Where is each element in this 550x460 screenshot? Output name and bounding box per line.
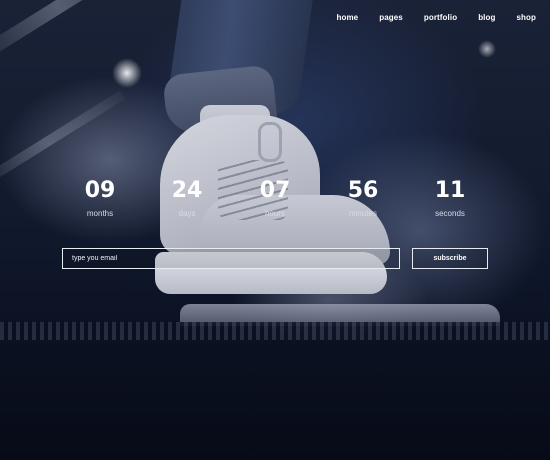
nav-item-portfolio[interactable]: portfolio	[424, 13, 457, 22]
countdown-hours-value: 07	[259, 178, 291, 203]
nav-item-home[interactable]: home	[336, 13, 358, 22]
countdown-hours: 07 hours	[245, 178, 305, 221]
subscribe-button[interactable]: subscribe	[412, 248, 488, 269]
countdown-days-value: 24	[171, 178, 203, 203]
countdown-months-label: months	[86, 209, 114, 218]
email-field[interactable]	[62, 248, 400, 269]
countdown-timer: 09 months 24 days 07 hours 56 minutes 11…	[55, 178, 495, 228]
countdown-days-label: days	[178, 209, 196, 218]
countdown-hours-label: hours	[264, 209, 285, 218]
countdown-seconds: 11 seconds	[420, 178, 480, 221]
nav-item-blog[interactable]: blog	[478, 13, 495, 22]
hero-background	[0, 0, 550, 460]
nav-item-shop[interactable]: shop	[516, 13, 536, 22]
sneaker-pull-tab	[258, 122, 282, 162]
background-light	[112, 58, 142, 88]
platform-grille	[0, 322, 550, 342]
background-light	[478, 40, 496, 58]
countdown-minutes-label: minutes	[348, 209, 377, 218]
countdown-seconds-label: seconds	[435, 209, 465, 218]
countdown-seconds-value: 11	[434, 178, 466, 203]
countdown-minutes: 56 minutes	[333, 178, 393, 221]
dark-floor	[0, 340, 550, 460]
nav-item-pages[interactable]: pages	[379, 13, 403, 22]
countdown-months-value: 09	[84, 178, 116, 203]
countdown-days: 24 days	[157, 178, 217, 221]
countdown-months: 09 months	[70, 178, 130, 221]
top-nav: home pages portfolio blog shop	[315, 13, 536, 22]
countdown-minutes-value: 56	[347, 178, 379, 203]
